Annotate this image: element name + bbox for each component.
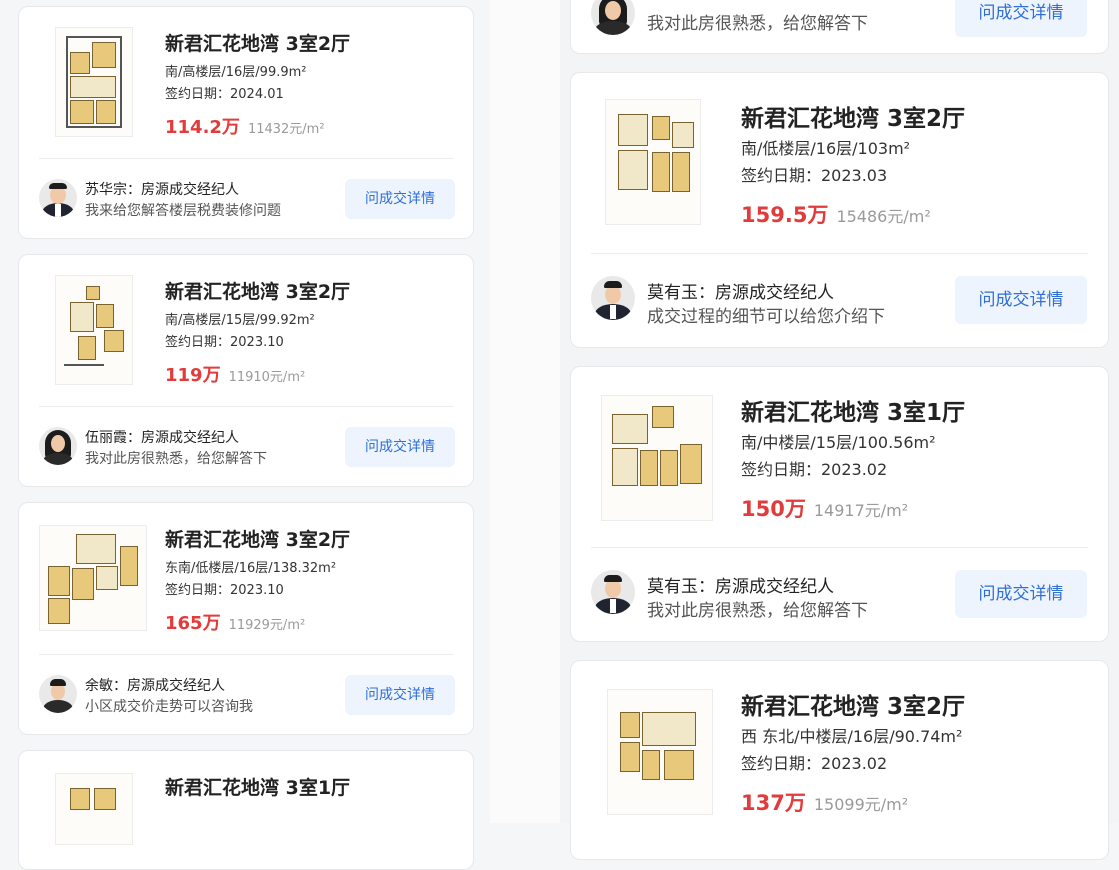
divider [591,253,1088,254]
ask-deal-details-button[interactable]: 问成交详情 [955,276,1087,324]
agent-message: 我来给您解答楼层税费装修问题 [85,203,281,219]
listing-title: 新君汇花地湾 3室1厅 [741,400,966,426]
listing-card[interactable]: 我对此房很熟悉，给您解答下 问成交详情 [570,0,1109,54]
ask-deal-details-button[interactable]: 问成交详情 [955,570,1087,618]
divider [39,406,453,407]
total-price: 119万 [165,365,221,386]
floor-plan-image [605,99,701,225]
price-row: 165万 11929元/m² [165,609,305,635]
agent-avatar [39,427,77,465]
unit-price: 15486元/m² [836,207,931,226]
price-row: 159.5万 15486元/m² [741,199,931,229]
agent-message: 我对此房很熟悉，给您解答下 [85,451,267,467]
total-price: 159.5万 [741,203,829,227]
sign-date: 签约日期：2023.02 [741,460,888,479]
price-row: 137万 15099元/m² [741,787,908,817]
ask-deal-details-button[interactable]: 问成交详情 [345,427,455,467]
listing-card[interactable]: 新君汇花地湾 3室2厅 南/低楼层/16层/103m² 签约日期：2023.03… [570,72,1109,348]
listing-meta: 南/低楼层/16层/103m² [741,139,911,158]
unit-price: 11910元/m² [228,370,306,385]
listing-card[interactable]: 新君汇花地湾 3室2厅 东南/低楼层/16层/138.32m² 签约日期：202… [18,502,474,735]
agent-name-role: 苏华宗：房源成交经纪人 [85,182,239,198]
total-price: 150万 [741,497,806,521]
agent-name-role: 莫有玉：房源成交经纪人 [647,577,834,597]
listing-meta: 南/中楼层/15层/100.56m² [741,433,936,452]
right-column: 我对此房很熟悉，给您解答下 问成交详情 新君汇花地湾 3室2厅 南/低楼层/16… [560,0,1119,860]
agent-message: 小区成交价走势可以咨询我 [85,699,253,715]
total-price: 165万 [165,613,221,634]
listing-card[interactable]: 新君汇花地湾 3室2厅 南/高楼层/15层/99.92m² 签约日期：2023.… [18,254,474,487]
listing-meta: 南/高楼层/16层/99.9m² [165,65,307,80]
listing-meta: 西 东北/中楼层/16层/90.74m² [741,727,963,746]
floor-plan-image [55,27,133,137]
agent-avatar [39,179,77,217]
unit-price: 11432元/m² [247,122,325,137]
ask-deal-details-button[interactable]: 问成交详情 [345,675,455,715]
column-gap [490,0,560,823]
price-row: 114.2万 11432元/m² [165,113,325,139]
agent-name-role: 莫有玉：房源成交经纪人 [647,283,834,303]
sign-date: 签约日期：2023.10 [165,335,284,350]
listing-card[interactable]: 新君汇花地湾 3室1厅 [18,750,474,870]
floor-plan-image [55,773,133,845]
floor-plan-image [55,275,133,385]
sign-date: 签约日期：2023.02 [741,754,888,773]
agent-avatar [591,276,635,320]
price-row: 150万 14917元/m² [741,493,908,523]
price-row: 119万 11910元/m² [165,361,305,387]
listing-title: 新君汇花地湾 3室2厅 [741,694,966,720]
unit-price: 14917元/m² [813,501,909,520]
agent-name-role: 伍丽霞：房源成交经纪人 [85,430,239,446]
listing-title: 新君汇花地湾 3室2厅 [165,281,351,303]
listing-meta: 东南/低楼层/16层/138.32m² [165,561,337,576]
listing-card[interactable]: 新君汇花地湾 3室2厅 西 东北/中楼层/16层/90.74m² 签约日期：20… [570,660,1109,860]
listing-title: 新君汇花地湾 3室1厅 [165,777,351,799]
floor-plan-image [601,395,713,521]
sign-date: 签约日期：2023.03 [741,166,888,185]
floor-plan-image [39,525,147,631]
ask-deal-details-button[interactable]: 问成交详情 [345,179,455,219]
agent-name-role: 余敏：房源成交经纪人 [85,678,225,694]
listing-title: 新君汇花地湾 3室2厅 [165,529,351,551]
agent-message: 我对此房很熟悉，给您解答下 [647,601,868,621]
agent-message: 成交过程的细节可以给您介绍下 [647,307,885,327]
divider [39,654,453,655]
listing-card[interactable]: 新君汇花地湾 3室2厅 南/高楼层/16层/99.9m² 签约日期：2024.0… [18,6,474,239]
listing-card[interactable]: 新君汇花地湾 3室1厅 南/中楼层/15层/100.56m² 签约日期：2023… [570,366,1109,642]
listing-meta: 南/高楼层/15层/99.92m² [165,313,315,328]
left-column: 新君汇花地湾 3室2厅 南/高楼层/16层/99.9m² 签约日期：2024.0… [0,0,490,870]
divider [39,158,453,159]
unit-price: 11929元/m² [228,618,306,633]
unit-price: 15099元/m² [813,795,909,814]
divider [591,547,1088,548]
agent-avatar [591,570,635,614]
total-price: 114.2万 [165,117,240,138]
listing-title: 新君汇花地湾 3室2厅 [741,106,966,132]
agent-message: 我对此房很熟悉，给您解答下 [647,14,868,34]
ask-deal-details-button[interactable]: 问成交详情 [955,0,1087,37]
total-price: 137万 [741,791,806,815]
sign-date: 签约日期：2024.01 [165,87,284,102]
agent-avatar [591,0,635,35]
floor-plan-image [607,689,713,815]
agent-avatar [39,675,77,713]
listing-title: 新君汇花地湾 3室2厅 [165,33,351,55]
sign-date: 签约日期：2023.10 [165,583,284,598]
